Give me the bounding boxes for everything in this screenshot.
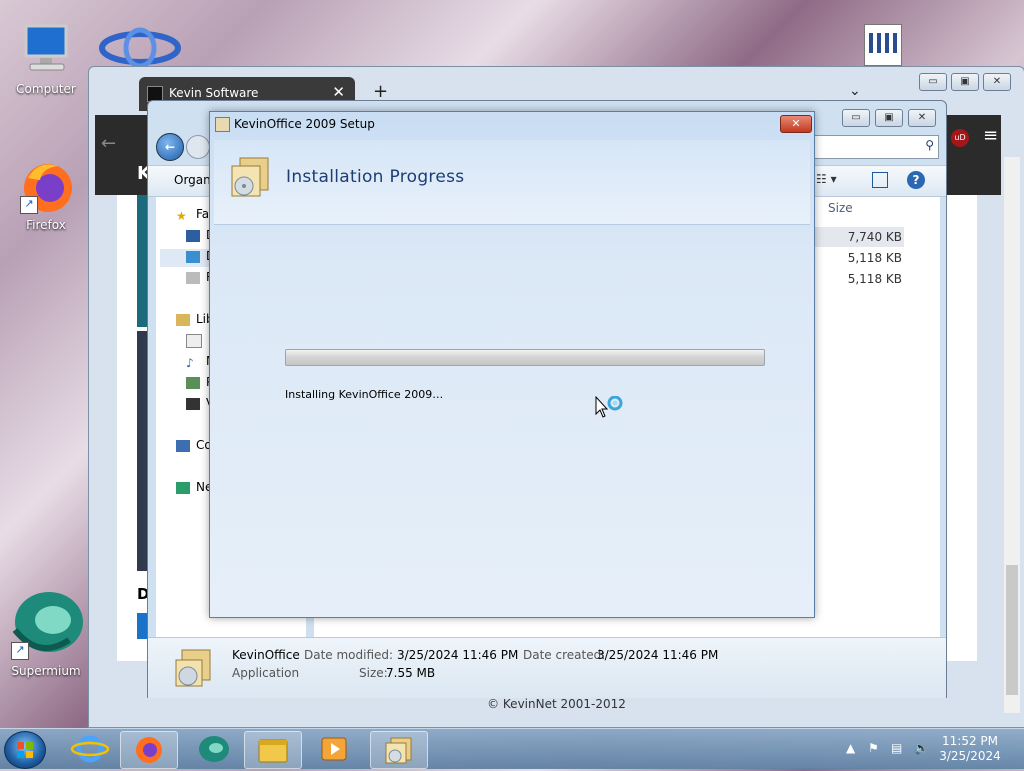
star-icon: ★ [176, 208, 187, 223]
search-input[interactable]: ⚲ [812, 135, 939, 159]
firefox-icon: ↗ [18, 158, 74, 214]
desktop-icon [186, 229, 200, 242]
details-modified-value: 3/25/2024 11:46 PM [397, 648, 519, 662]
desktop-icon-label: Firefox [26, 218, 66, 232]
file-size: 5,118 KB [847, 272, 902, 286]
new-tab-button[interactable]: + [373, 81, 388, 102]
taskbar-media-player-button[interactable] [306, 731, 362, 767]
ublock-icon[interactable]: uD [951, 129, 969, 147]
file-size: 5,118 KB [847, 251, 902, 265]
back-arrow-icon[interactable]: ← [101, 133, 116, 154]
minimize-button[interactable]: ▭ [919, 73, 947, 91]
desktop-icon-computer[interactable]: Computer [6, 22, 86, 96]
setup-close-button[interactable]: ✕ [780, 115, 812, 133]
computer-icon [176, 439, 190, 452]
network-icon [176, 481, 190, 494]
search-icon: ⚲ [925, 138, 934, 152]
music-icon: ♪ [186, 355, 194, 370]
taskbar: ▲ ⚑ ▤ 🔈 11:52 PM 3/25/2024 [0, 728, 1024, 769]
network-icon[interactable]: ▤ [891, 741, 902, 755]
maximize-button[interactable]: ▣ [951, 73, 979, 91]
nav-libraries[interactable]: Lib [176, 312, 214, 330]
details-created-label: Date created: [523, 648, 606, 662]
details-size-value: 7.55 MB [386, 666, 436, 680]
tab-title: Kevin Software [169, 86, 259, 100]
ie-desktop-icon[interactable] [98, 26, 182, 70]
videos-icon [186, 397, 200, 410]
scrollbar-thumb[interactable] [1006, 565, 1018, 695]
explorer-close-button[interactable]: ✕ [908, 109, 936, 127]
desktop-icon-label: Computer [16, 82, 76, 96]
taskbar-ie-button[interactable] [62, 731, 118, 767]
setup-header: Installation Progress [214, 140, 810, 225]
desktop-icon-firefox[interactable]: ↗ Firefox [6, 158, 86, 232]
browser-scrollbar[interactable] [1004, 157, 1020, 713]
taskbar-firefox-button[interactable] [120, 731, 178, 769]
setup-dialog[interactable]: KevinOffice 2009 Setup ✕ Installation Pr… [209, 111, 815, 618]
preview-pane-icon[interactable] [872, 172, 888, 188]
setup-title: KevinOffice 2009 Setup [234, 117, 375, 131]
calendar-desktop-icon[interactable] [864, 24, 902, 66]
nav-computer[interactable]: Co [176, 438, 212, 456]
desktop-icon-supermium[interactable]: ↗ Supermium [6, 590, 86, 678]
copyright-text: © KevinNet 2001-2012 [487, 697, 626, 711]
pictures-icon [186, 376, 200, 389]
libraries-icon [176, 313, 190, 326]
desktop-icon-label: Supermium [11, 664, 81, 678]
details-size-label: Size: [359, 666, 388, 680]
table-row[interactable]: 5,118 KB [814, 269, 904, 289]
details-created-value: 3/25/2024 11:46 PM [597, 648, 719, 662]
file-size: 7,740 KB [847, 230, 902, 244]
computer-icon [18, 22, 74, 78]
forward-button[interactable] [186, 135, 210, 159]
clock[interactable]: 11:52 PM 3/25/2024 [930, 734, 1010, 764]
menu-icon[interactable]: ≡ [983, 125, 998, 146]
installer-package-icon [228, 154, 272, 198]
volume-muted-icon[interactable]: 🔈 [914, 741, 929, 755]
start-button[interactable] [4, 731, 46, 769]
tab-list-button[interactable]: ⌄ [849, 83, 861, 99]
documents-icon [186, 333, 202, 348]
action-center-flag-icon[interactable]: ⚑ [868, 741, 879, 755]
setup-heading: Installation Progress [286, 167, 465, 187]
install-status-text: Installing KevinOffice 2009… [285, 388, 444, 401]
recent-places-icon [186, 271, 200, 284]
details-name: KevinOffice [232, 648, 300, 662]
installer-icon [174, 646, 214, 690]
taskbar-explorer-button[interactable] [244, 731, 302, 769]
help-icon[interactable]: ? [907, 171, 925, 189]
explorer-minimize-button[interactable]: ▭ [842, 109, 870, 127]
install-progress-bar [285, 349, 765, 366]
nav-network[interactable]: Ne [176, 480, 212, 498]
clock-time: 11:52 PM [942, 734, 998, 748]
close-button[interactable]: ✕ [983, 73, 1011, 91]
details-pane: KevinOffice Application Date modified: 3… [148, 637, 946, 698]
downloads-icon [186, 250, 200, 263]
details-modified-label: Date modified: [304, 648, 394, 662]
view-options-icon[interactable]: ☷ ▾ [816, 172, 837, 186]
busy-cursor-icon [595, 395, 625, 423]
nav-favorites[interactable]: ★ Fa [176, 207, 209, 225]
table-row[interactable]: 7,740 KB [814, 227, 904, 247]
tab-close-icon[interactable]: ✕ [332, 83, 345, 101]
setup-title-icon [215, 117, 230, 132]
taskbar-setup-button[interactable] [370, 731, 428, 769]
taskbar-supermium-button[interactable] [186, 731, 242, 767]
shortcut-arrow-icon: ↗ [11, 642, 29, 660]
details-type: Application [232, 666, 300, 680]
column-header-size[interactable]: Size [828, 201, 853, 215]
shortcut-arrow-icon: ↗ [20, 196, 38, 214]
table-row[interactable]: 5,118 KB [814, 248, 904, 268]
clock-date: 3/25/2024 [939, 749, 1001, 763]
supermium-icon: ↗ [9, 590, 83, 660]
show-hidden-icons[interactable]: ▲ [846, 741, 855, 755]
setup-titlebar[interactable]: KevinOffice 2009 Setup ✕ [210, 112, 814, 136]
explorer-maximize-button[interactable]: ▣ [875, 109, 903, 127]
back-button[interactable]: ← [156, 133, 184, 161]
